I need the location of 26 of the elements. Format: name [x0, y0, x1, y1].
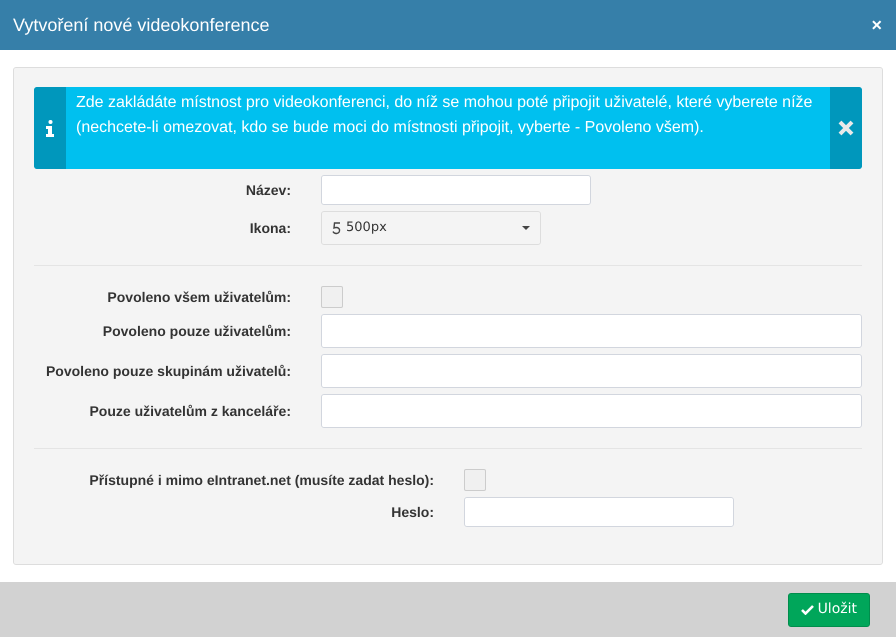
caret-icon — [522, 226, 530, 230]
field-label: Povoleno pouze skupinám uživatelů: — [44, 362, 291, 381]
info-icon — [46, 120, 54, 136]
five-icon — [332, 222, 342, 234]
field-label: Přístupné i mimo eIntranet.net (musíte zadat heslo): — [88, 470, 434, 490]
input-field[interactable] — [464, 497, 734, 527]
close-button[interactable]: × — [871, 16, 882, 34]
field-label: Heslo: — [390, 502, 434, 522]
check-icon — [800, 604, 814, 614]
field-label: Povoleno všem uživatelům: — [106, 288, 291, 306]
close-icon — [838, 120, 854, 136]
icon-select[interactable]: 500px — [321, 211, 541, 245]
input-field[interactable] — [321, 354, 862, 388]
input-field[interactable] — [321, 175, 591, 205]
field-label: Povoleno pouze uživatelům: — [102, 322, 291, 341]
field-label: Ikona: — [248, 218, 291, 238]
field-label: Název: — [244, 180, 291, 200]
input-field[interactable] — [321, 394, 862, 428]
alert-message: Zde zakládáte místnost pro videokonferenci, do níž se mohou poté připojit uživatelé, které vyberete níže (nechcete-li omezovat, kdo se bude moci do místnosti připojit, vyberte - Povoleno všem). — [75, 93, 814, 138]
close-alert-button[interactable] — [838, 120, 854, 136]
field-label: Pouze uživatelům z kanceláře: — [88, 402, 291, 420]
input-field[interactable] — [321, 314, 862, 348]
checkbox[interactable] — [321, 286, 343, 308]
save-button[interactable]: Uložit — [788, 592, 870, 626]
checkbox[interactable] — [464, 469, 486, 491]
window-title: Vytvoření nové videokonference — [13, 14, 270, 37]
